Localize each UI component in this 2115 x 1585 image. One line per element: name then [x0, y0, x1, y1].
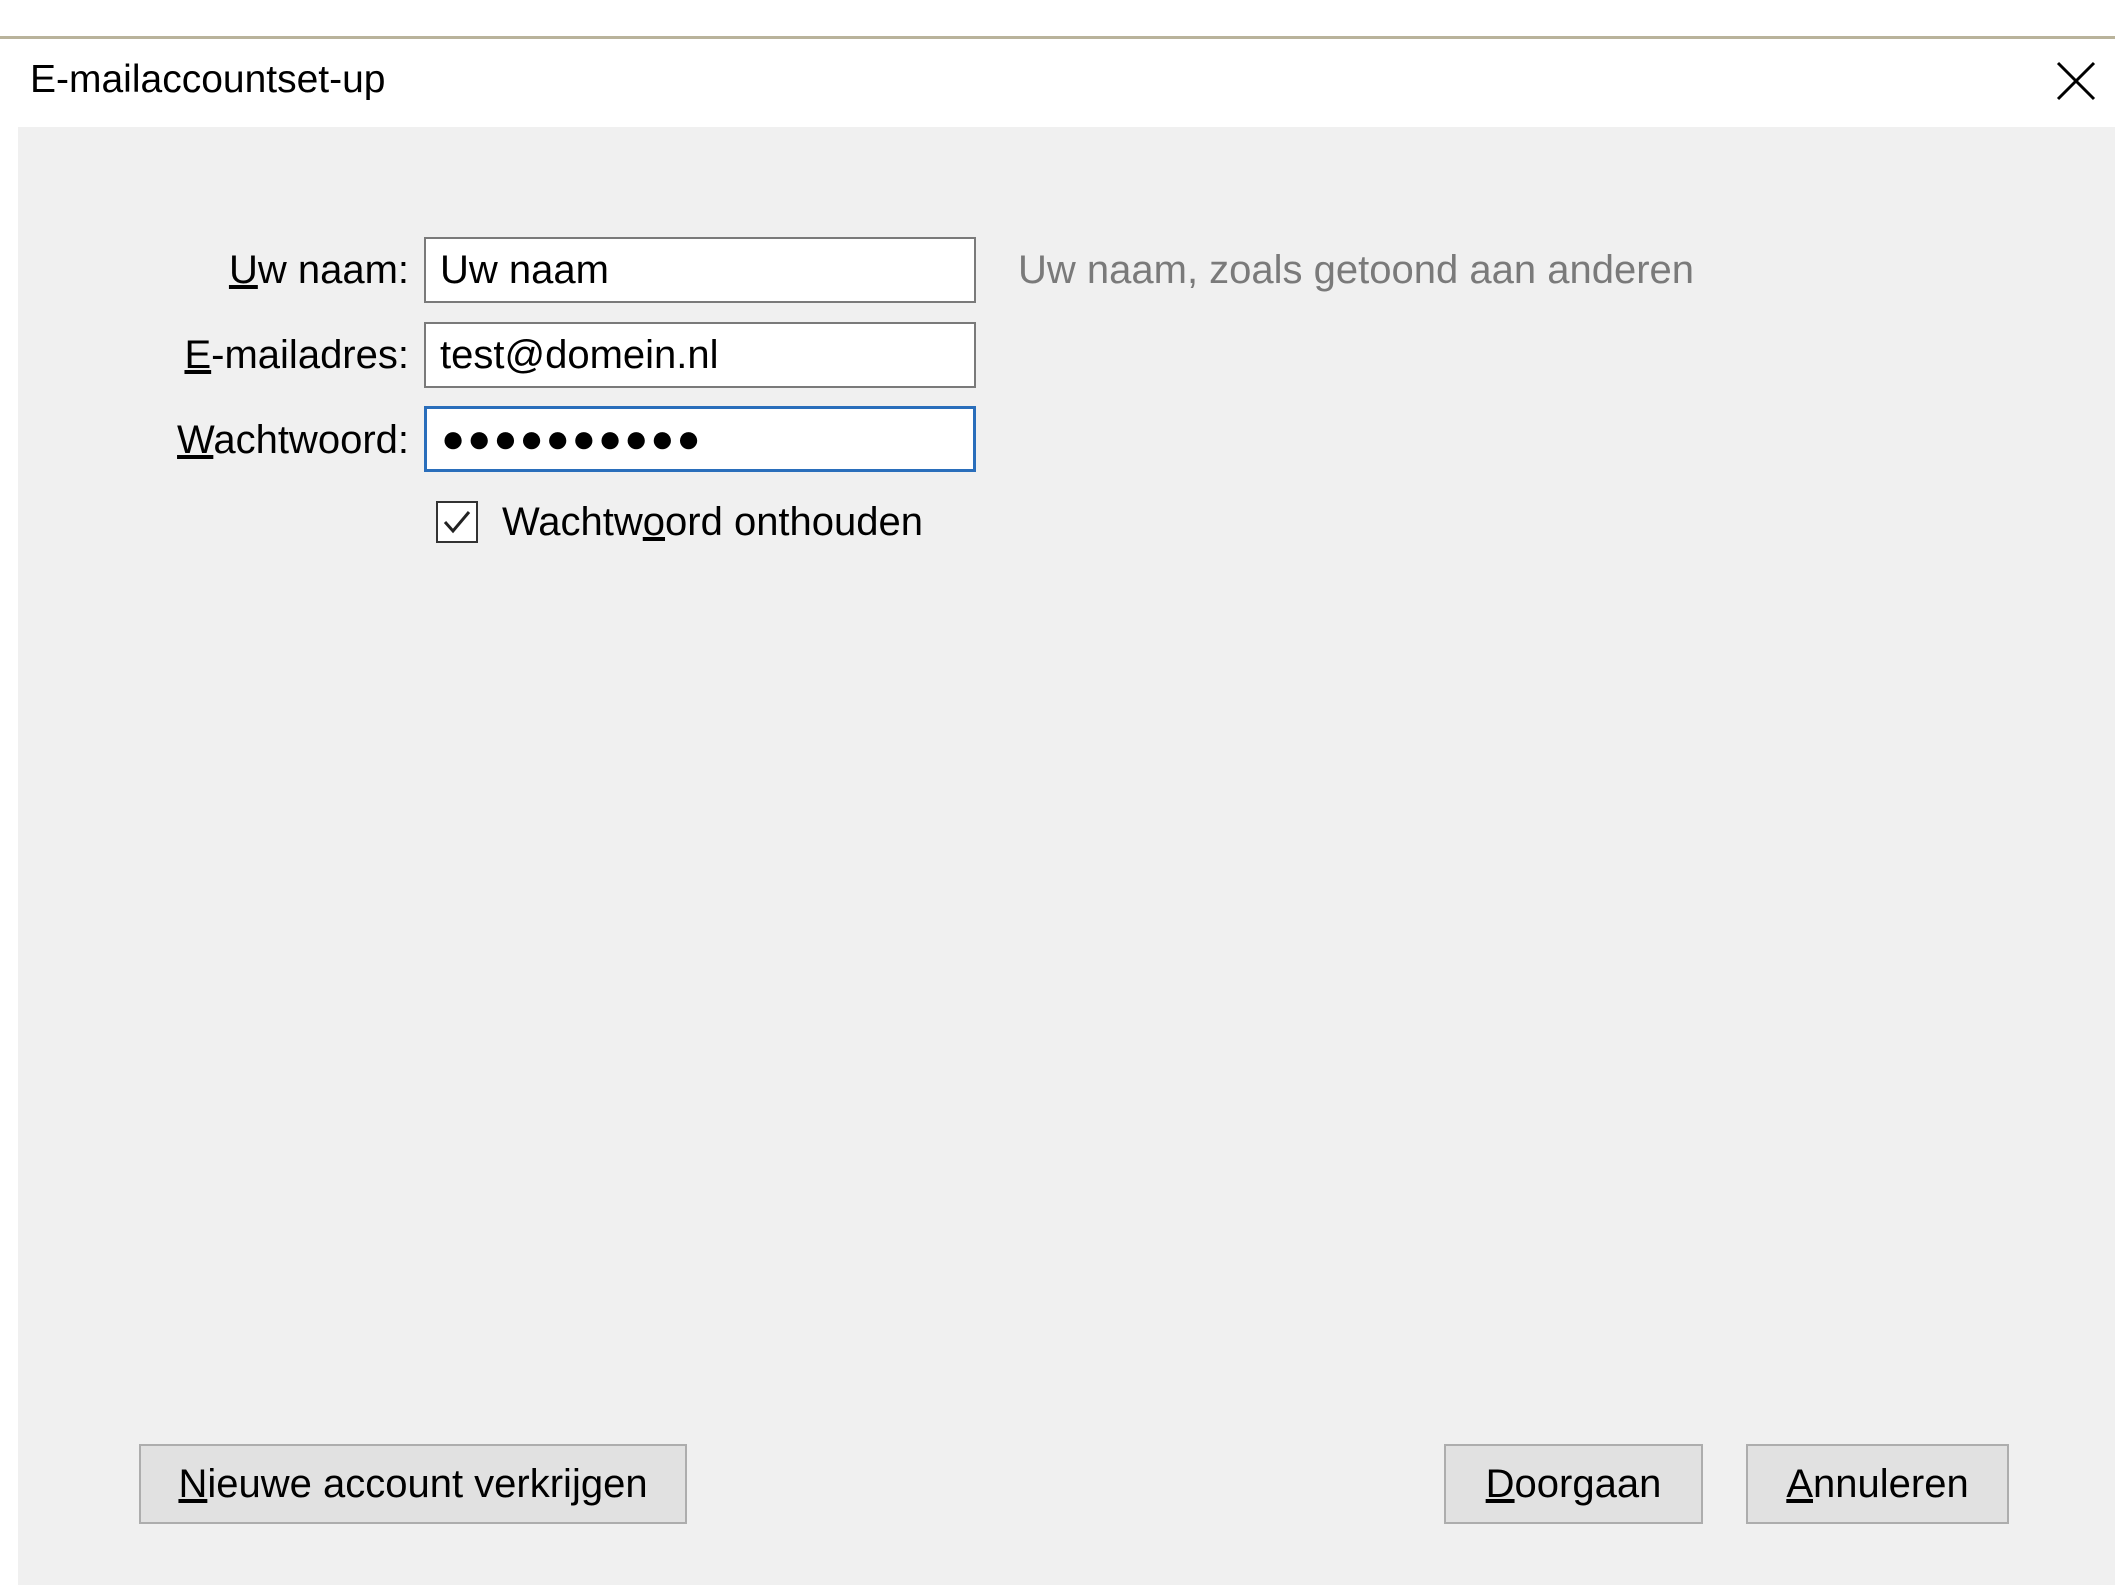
checkmark-icon: [443, 511, 471, 534]
email-label-access-key: E: [184, 333, 212, 377]
email-account-setup-dialog: E-mailaccountset-up Uw naam: Uw naam, zo…: [18, 39, 2115, 1585]
name-label: Uw naam:: [229, 246, 409, 294]
remember-label-post: ord onthouden: [665, 499, 924, 544]
close-icon: [2056, 61, 2096, 101]
remember-label-pre: Wachtw: [502, 499, 643, 544]
email-input[interactable]: [424, 322, 976, 388]
name-label-access-key: U: [228, 248, 258, 292]
new-account-access-key: N: [178, 1461, 208, 1506]
remember-password-checkbox[interactable]: Wachtwoord onthouden: [436, 497, 923, 547]
name-label-text: w naam:: [257, 248, 409, 292]
password-input[interactable]: [424, 406, 976, 472]
dialog-title: E-mailaccountset-up: [30, 58, 386, 101]
cancel-button[interactable]: Annuleren: [1746, 1444, 2009, 1524]
close-button[interactable]: [2048, 53, 2104, 109]
name-hint: Uw naam, zoals getoond aan anderen: [1018, 248, 1695, 292]
remember-password-label: Wachtwoord onthouden: [502, 500, 923, 545]
password-label: Wachtwoord:: [177, 416, 409, 464]
cancel-label: nnuleren: [1813, 1461, 1969, 1506]
continue-button[interactable]: Doorgaan: [1444, 1444, 1703, 1524]
screen: E-mailaccountset-up Uw naam: Uw naam, zo…: [0, 0, 2115, 1585]
email-label-text: -mailadres:: [211, 333, 409, 377]
email-label: E-mailadres:: [184, 331, 409, 379]
password-label-access-key: W: [177, 418, 214, 462]
continue-access-key: D: [1485, 1461, 1515, 1506]
dialog-content: Uw naam: Uw naam, zoals getoond aan ande…: [18, 127, 2115, 1585]
remember-label-access-key: o: [642, 499, 666, 544]
new-account-button[interactable]: Nieuwe account verkrijgen: [139, 1444, 687, 1524]
password-label-text: achtwoord:: [213, 418, 409, 462]
name-input[interactable]: [424, 237, 976, 303]
dialog-titlebar: E-mailaccountset-up: [18, 39, 2115, 127]
continue-label: oorgaan: [1514, 1461, 1662, 1506]
cancel-access-key: A: [1786, 1461, 1813, 1506]
new-account-label: ieuwe account verkrijgen: [207, 1461, 648, 1506]
checkbox-box[interactable]: [436, 501, 478, 543]
